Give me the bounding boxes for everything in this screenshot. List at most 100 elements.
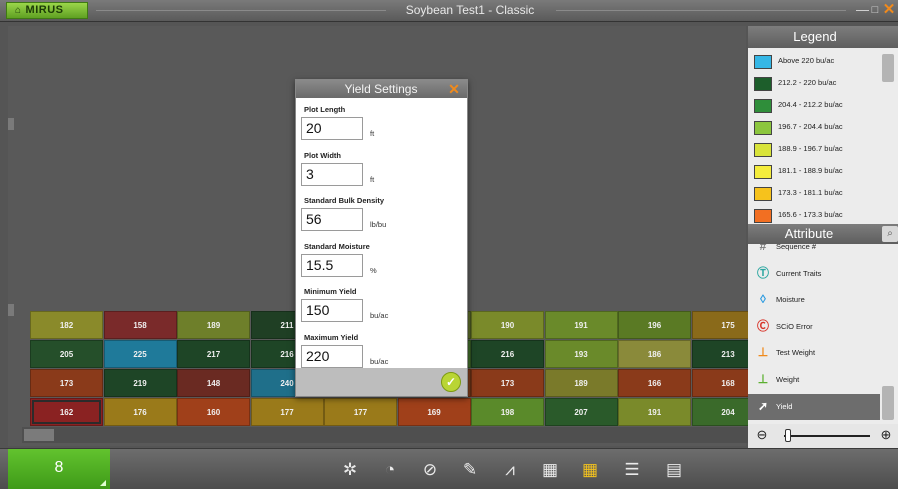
- plot-cell[interactable]: 166: [618, 369, 691, 397]
- plot-cell[interactable]: 176: [103, 398, 177, 426]
- field-input[interactable]: 3: [301, 162, 363, 186]
- heatmap-icon[interactable]: ▦: [578, 458, 602, 482]
- plot-cell[interactable]: 148: [177, 369, 250, 397]
- pencil-icon[interactable]: ✎: [458, 458, 482, 482]
- close-window-button[interactable]: ✕: [882, 1, 896, 19]
- minimize-button[interactable]: —: [856, 2, 869, 18]
- plot-cell[interactable]: 182: [30, 311, 103, 339]
- zoom-control: ⊖ ⊕: [748, 424, 898, 448]
- bottom-toolbar: 8 ✲ ◔ ⊘ ✎ ⩘ ▦ ▦ ☰ ▤: [0, 448, 898, 489]
- zoom-in-icon[interactable]: ⊕: [878, 427, 894, 443]
- settings-gear-icon[interactable]: ✲: [338, 458, 362, 482]
- left-resize-handle[interactable]: [8, 118, 14, 130]
- chart-icon[interactable]: ⩘: [498, 458, 522, 482]
- field-input[interactable]: 150: [301, 299, 363, 322]
- attribute-item[interactable]: # Sequence #: [748, 244, 880, 260]
- table-icon[interactable]: ▤: [662, 458, 686, 482]
- dialog-footer: ✓: [296, 368, 467, 396]
- legend-item: 196.7 - 204.4 bu/ac: [752, 119, 880, 137]
- plot-cell[interactable]: 216: [471, 340, 544, 368]
- zoom-slider-thumb[interactable]: [785, 429, 792, 442]
- plot-cell[interactable]: 158: [103, 311, 177, 339]
- droplet-icon: ◊: [760, 292, 766, 307]
- legend-item: 204.4 - 212.2 bu/ac: [752, 97, 880, 115]
- maximize-button[interactable]: □: [869, 2, 881, 18]
- zoom-slider-track[interactable]: [784, 435, 870, 437]
- list-icon[interactable]: ☰: [620, 458, 644, 482]
- plot-cell[interactable]: 219: [103, 369, 177, 397]
- legend-label: 188.9 - 196.7 bu/ac: [778, 144, 843, 153]
- legend-scroll-thumb[interactable]: [882, 54, 894, 82]
- field-unit: ft: [370, 129, 375, 138]
- legend-item: 173.3 - 181.1 bu/ac: [752, 185, 880, 203]
- compass-icon[interactable]: ⊘: [418, 458, 442, 482]
- horizontal-scroll-thumb[interactable]: [24, 429, 54, 441]
- plot-cell[interactable]: 189: [177, 311, 250, 339]
- field-input[interactable]: 220: [301, 344, 363, 368]
- attribute-item[interactable]: ◊ Moisture: [748, 287, 880, 313]
- brand-label: MIRUS: [25, 4, 64, 16]
- legend-item: 188.9 - 196.7 bu/ac: [752, 141, 880, 159]
- legend-item: Above 220 bu/ac: [752, 53, 880, 71]
- attribute-label: Current Traits: [776, 268, 822, 278]
- plot-cell[interactable]: 191: [544, 311, 618, 339]
- legend-item: 212.2 - 220 bu/ac: [752, 75, 880, 93]
- field-label: Standard Bulk Density: [304, 196, 385, 205]
- plot-cell[interactable]: 193: [544, 340, 618, 368]
- plot-cell[interactable]: 169: [397, 398, 471, 426]
- plot-cell[interactable]: 190: [471, 311, 544, 339]
- attribute-item[interactable]: ⊥ Test Weight: [748, 340, 880, 366]
- zoom-out-icon[interactable]: ⊖: [754, 427, 770, 443]
- field-input[interactable]: 20: [301, 117, 363, 140]
- horizontal-scrollbar[interactable]: [22, 427, 748, 443]
- plot-cell[interactable]: 173: [471, 369, 544, 397]
- legend-swatch: [754, 55, 772, 69]
- legend-label: 196.7 - 204.4 bu/ac: [778, 122, 843, 131]
- plot-cell[interactable]: 177: [324, 398, 397, 426]
- field-input[interactable]: 56: [301, 208, 363, 231]
- legend-label: 173.3 - 181.1 bu/ac: [778, 188, 843, 197]
- dialog-header: Yield Settings ✕: [296, 80, 467, 98]
- legend-label: 181.1 - 188.9 bu/ac: [778, 166, 843, 175]
- plot-cell[interactable]: 191: [618, 398, 691, 426]
- page-number: 8: [54, 459, 64, 476]
- plot-cell[interactable]: 205: [30, 340, 103, 368]
- sequence-icon: #: [759, 244, 767, 253]
- legend-swatch: [754, 121, 772, 135]
- attribute-item[interactable]: ➚ Yield: [748, 393, 880, 420]
- legend-swatch: [754, 99, 772, 113]
- right-panel: Legend Above 220 bu/ac 212.2 - 220 bu/ac 2…: [748, 26, 898, 448]
- attribute-search-icon[interactable]: ⌕: [882, 226, 898, 242]
- plot-cell[interactable]: 186: [618, 340, 691, 368]
- plot-cell[interactable]: 162: [30, 398, 103, 426]
- plot-cell[interactable]: 196: [618, 311, 691, 339]
- attribute-item[interactable]: Ⓒ SCiO Error: [748, 314, 880, 340]
- field-unit: %: [370, 265, 377, 275]
- left-resize-handle[interactable]: [8, 304, 14, 316]
- page-selector-button[interactable]: 8: [8, 449, 110, 489]
- field-label: Plot Length: [304, 105, 346, 114]
- plot-cell[interactable]: 225: [103, 340, 177, 368]
- plot-cell[interactable]: 217: [177, 340, 250, 368]
- plot-cell[interactable]: 160: [177, 398, 250, 426]
- plot-cell[interactable]: 173: [30, 369, 103, 397]
- test-weight-icon: ⊥: [757, 345, 769, 360]
- attribute-item[interactable]: Ⓣ Current Traits: [748, 261, 880, 287]
- confirm-button[interactable]: ✓: [441, 372, 461, 392]
- attribute-scroll-thumb[interactable]: [882, 386, 894, 420]
- title-bar: ⌂ MIRUS Soybean Test1 - Classic — □ ✕: [0, 0, 898, 22]
- dialog-close-button[interactable]: ✕: [446, 80, 462, 98]
- timer-icon[interactable]: ◔: [378, 458, 402, 482]
- plot-cell[interactable]: 177: [250, 398, 324, 426]
- plot-cell[interactable]: 198: [471, 398, 544, 426]
- attribute-item[interactable]: ⊥ Weight: [748, 367, 880, 393]
- legend-swatch: [754, 209, 772, 223]
- app-window: ⌂ MIRUS Soybean Test1 - Classic — □ ✕ 182…: [0, 0, 898, 489]
- plot-cell[interactable]: 207: [544, 398, 618, 426]
- legend-label: 212.2 - 220 bu/ac: [778, 78, 837, 87]
- attribute-label: Yield: [776, 401, 793, 411]
- grid-large-icon[interactable]: ▦: [538, 458, 562, 482]
- home-button[interactable]: ⌂ MIRUS: [6, 2, 88, 19]
- field-input[interactable]: 15.5: [301, 253, 363, 277]
- plot-cell[interactable]: 189: [544, 369, 618, 397]
